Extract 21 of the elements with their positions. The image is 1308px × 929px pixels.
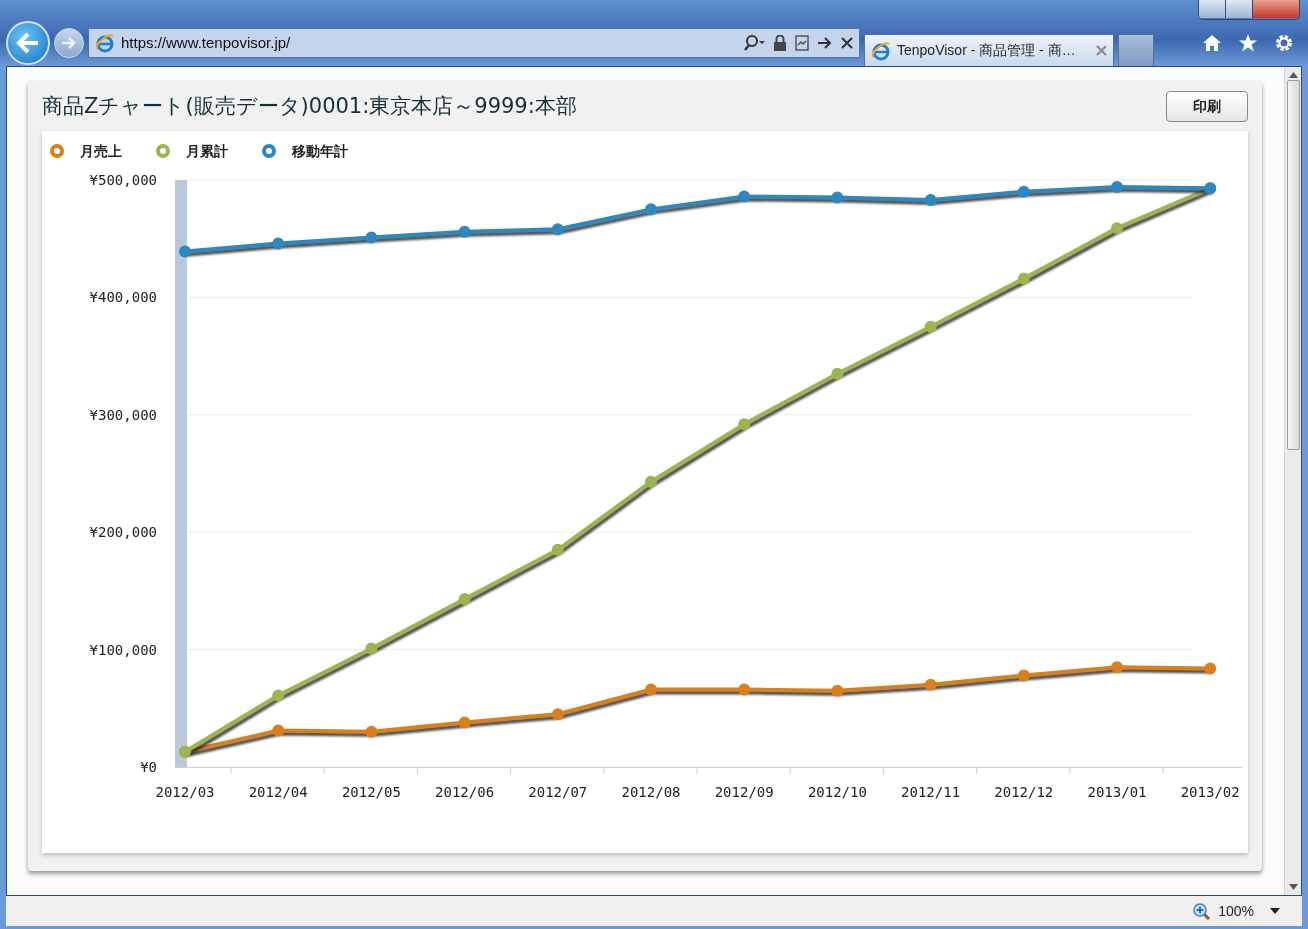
x-axis-label: 2012/04 xyxy=(248,783,308,800)
x-axis-label: 2012/10 xyxy=(807,783,867,800)
x-axis-label: 2012/06 xyxy=(435,783,495,800)
x-axis-label: 2012/08 xyxy=(621,783,681,800)
y-axis-label: ¥400,000 xyxy=(89,288,157,305)
x-axis-label: 2012/03 xyxy=(155,783,215,800)
x-axis-label: 2013/02 xyxy=(1180,783,1240,800)
x-axis-label: 2012/07 xyxy=(528,783,588,800)
y-axis-label: ¥0 xyxy=(140,758,157,775)
y-axis-label: ¥200,000 xyxy=(89,523,157,540)
x-axis-label: 2012/11 xyxy=(901,783,961,800)
tab-title: TenpoVisor - 商品管理 - 商… xyxy=(897,41,1076,60)
x-axis-label: 2012/05 xyxy=(341,783,401,800)
chart-title: 商品Zチャート(販売データ)0001:東京本店～9999:本部 xyxy=(42,93,577,120)
y-axis-label: ¥300,000 xyxy=(89,406,157,423)
x-axis-label: 2012/09 xyxy=(714,783,774,800)
y-axis-label: ¥500,000 xyxy=(89,171,157,188)
y-axis-label: ¥100,000 xyxy=(89,641,157,658)
x-axis-label: 2012/12 xyxy=(994,783,1054,800)
url-text: https://www.tenpovisor.jp/ xyxy=(121,32,291,53)
x-axis-label: 2013/01 xyxy=(1087,783,1147,800)
